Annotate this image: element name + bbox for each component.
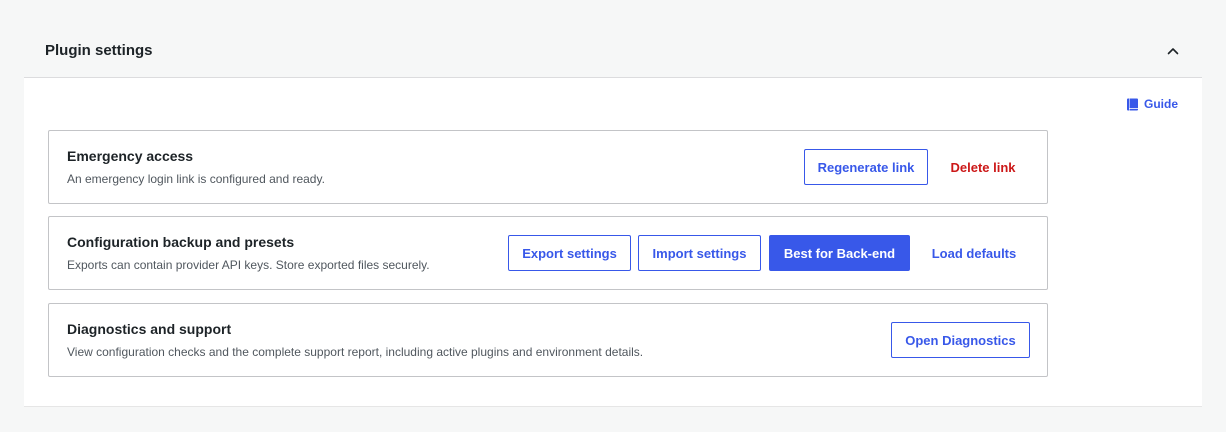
panel-title: Plugin settings xyxy=(45,42,153,59)
load-defaults-button[interactable]: Load defaults xyxy=(918,235,1030,271)
delete-link-button[interactable]: Delete link xyxy=(935,149,1031,185)
card-description: An emergency login link is configured an… xyxy=(67,172,325,186)
configuration-backup-card: Configuration backup and presets Exports… xyxy=(48,216,1048,290)
open-diagnostics-button[interactable]: Open Diagnostics xyxy=(891,322,1030,358)
plugin-settings-panel: Plugin settings Guide Emergency access A… xyxy=(24,24,1202,407)
regenerate-link-button[interactable]: Regenerate link xyxy=(804,149,928,185)
card-description: View configuration checks and the comple… xyxy=(67,345,644,359)
card-title: Configuration backup and presets xyxy=(67,234,295,250)
emergency-access-card: Emergency access An emergency login link… xyxy=(48,130,1048,204)
guide-link-label: Guide xyxy=(1144,97,1179,111)
card-title: Emergency access xyxy=(67,148,194,164)
chevron-up-icon[interactable] xyxy=(1162,40,1184,62)
diagnostics-support-card: Diagnostics and support View configurati… xyxy=(48,303,1048,377)
panel-header[interactable]: Plugin settings xyxy=(24,24,1202,78)
book-icon xyxy=(1126,98,1139,111)
card-description: Exports can contain provider API keys. S… xyxy=(67,258,430,272)
guide-link[interactable]: Guide xyxy=(1126,96,1178,112)
export-settings-button[interactable]: Export settings xyxy=(508,235,631,271)
import-settings-button[interactable]: Import settings xyxy=(638,235,761,271)
card-title: Diagnostics and support xyxy=(67,321,232,337)
best-for-backend-preset-button[interactable]: Best for Back-end xyxy=(769,235,910,271)
